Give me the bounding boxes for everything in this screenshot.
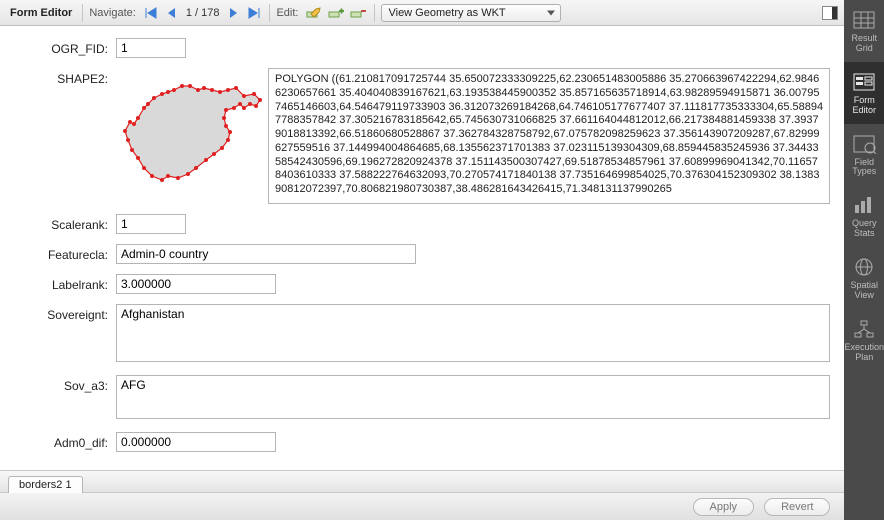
revert-button[interactable]: Revert — [764, 498, 830, 516]
ogr-fid-label: OGR_FID: — [18, 38, 108, 56]
view-select[interactable]: View Geometry as WKT — [381, 4, 561, 22]
sov-a3-input[interactable] — [116, 375, 830, 419]
featurecla-label: Featurecla: — [18, 244, 108, 262]
featurecla-input[interactable] — [116, 244, 416, 264]
sidebar-item-field-types[interactable]: FieldTypes — [844, 124, 884, 186]
sov-a3-label: Sov_a3: — [18, 375, 108, 393]
separator — [374, 4, 375, 22]
apply-button[interactable]: Apply — [693, 498, 755, 516]
add-row-icon[interactable] — [326, 5, 346, 21]
stats-icon — [852, 195, 876, 215]
nav-next-icon[interactable] — [225, 5, 243, 21]
nav-position: 1 / 178 — [182, 7, 224, 19]
view-select-label: View Geometry as WKT — [381, 4, 561, 22]
tab-borders2-1[interactable]: borders2 1 — [8, 476, 83, 493]
separator — [269, 4, 270, 22]
globe-icon — [852, 257, 876, 277]
sidebar-item-label: FormEditor — [852, 96, 876, 116]
sidebar-item-result-grid[interactable]: ResultGrid — [844, 0, 884, 62]
labelrank-input[interactable] — [116, 274, 276, 294]
plan-icon — [852, 319, 876, 339]
grid-icon — [852, 10, 876, 30]
nav-buttons: 1 / 178 — [142, 5, 264, 21]
toolbar-title: Form Editor — [6, 7, 76, 19]
sidebar-item-execution-plan[interactable]: ExecutionPlan — [844, 309, 884, 371]
navigate-label: Navigate: — [89, 7, 135, 19]
sidebar-item-label: ResultGrid — [851, 34, 877, 54]
sovereignt-label: Sovereignt: — [18, 304, 108, 322]
nav-first-icon[interactable] — [142, 5, 160, 21]
panel-toggle-icon[interactable] — [822, 6, 838, 20]
sidebar-item-form-editor[interactable]: FormEditor — [844, 62, 884, 124]
scalerank-label: Scalerank: — [18, 214, 108, 232]
sovereignt-input[interactable] — [116, 304, 830, 362]
separator — [82, 4, 83, 22]
toolbar: Form Editor Navigate: 1 / 178 Edit: — [0, 0, 844, 26]
form-icon — [852, 72, 876, 92]
tab-bar: borders2 1 — [0, 470, 844, 492]
field-types-icon — [852, 134, 876, 154]
sidebar-item-label: ExecutionPlan — [844, 343, 884, 363]
sidebar-item-query-stats[interactable]: QueryStats — [844, 185, 884, 247]
adm0-dif-input[interactable] — [116, 432, 276, 452]
footer: Apply Revert — [0, 492, 844, 520]
sidebar-item-spatial-view[interactable]: SpatialView — [844, 247, 884, 309]
nav-prev-icon[interactable] — [162, 5, 180, 21]
form-content: OGR_FID: SHAPE2: POLYGON ((61.2108170917… — [0, 26, 844, 470]
adm0-dif-label: Adm0_dif: — [18, 432, 108, 450]
sidebar-item-label: QueryStats — [852, 219, 877, 239]
labelrank-label: Labelrank: — [18, 274, 108, 292]
edit-label: Edit: — [276, 7, 298, 19]
scalerank-input[interactable] — [116, 214, 186, 234]
nav-last-icon[interactable] — [245, 5, 263, 21]
right-sidebar: ResultGrid FormEditor FieldTypes QuerySt… — [844, 0, 884, 520]
sidebar-item-label: SpatialView — [850, 281, 878, 301]
edit-row-icon[interactable] — [304, 5, 324, 21]
shape2-label: SHAPE2: — [18, 68, 108, 86]
sidebar-item-label: FieldTypes — [852, 158, 876, 178]
shape-preview — [116, 68, 262, 198]
shape2-wkt[interactable]: POLYGON ((61.210817091725744 35.65007233… — [268, 68, 830, 204]
delete-row-icon[interactable] — [348, 5, 368, 21]
edit-buttons — [304, 5, 368, 21]
ogr-fid-input[interactable] — [116, 38, 186, 58]
